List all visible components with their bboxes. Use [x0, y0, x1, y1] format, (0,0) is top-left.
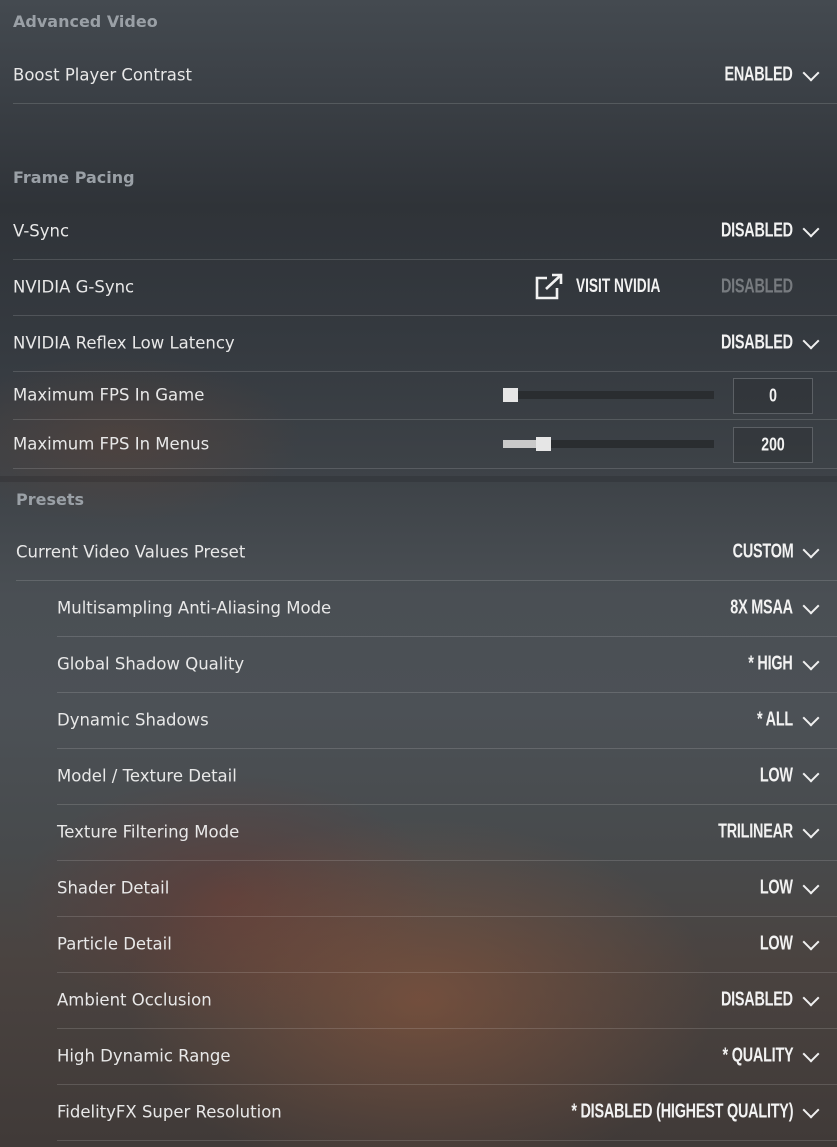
section-title-frame-pacing: Frame Pacing — [13, 168, 135, 187]
setting-label: NVIDIA Reflex Low Latency — [13, 333, 235, 353]
slider-handle[interactable] — [536, 437, 552, 451]
dropdown-value[interactable]: ENABLED — [725, 64, 793, 87]
chevron-down-icon[interactable] — [802, 220, 820, 238]
setting-label: Particle Detail — [57, 934, 172, 954]
disabled-value: DISABLED — [721, 275, 793, 298]
dropdown-value[interactable]: * QUALITY — [722, 1045, 793, 1068]
setting-row-reflex[interactable]: NVIDIA Reflex Low Latency DISABLED — [13, 315, 837, 372]
max-fps-menus-slider[interactable] — [503, 437, 714, 451]
setting-row-particle-detail[interactable]: Particle Detail LOW — [57, 916, 837, 973]
dropdown-value[interactable]: 8X MSAA — [730, 597, 793, 620]
max-fps-game-input[interactable]: 0 — [733, 378, 813, 414]
chevron-down-icon[interactable] — [802, 989, 820, 1007]
setting-row-fidelityfx-super-resolution[interactable]: FidelityFX Super Resolution * DISABLED (… — [57, 1084, 837, 1141]
chevron-down-icon[interactable] — [802, 64, 820, 82]
section-title-advanced-video: Advanced Video — [13, 12, 158, 31]
dropdown-value[interactable]: * HIGH — [749, 653, 794, 676]
setting-row-shader-detail[interactable]: Shader Detail LOW — [57, 860, 837, 917]
chevron-down-icon[interactable] — [802, 821, 820, 839]
chevron-down-icon[interactable] — [802, 653, 820, 671]
setting-row-ambient-occlusion[interactable]: Ambient Occlusion DISABLED — [57, 972, 837, 1029]
setting-row-msaa[interactable]: Multisampling Anti-Aliasing Mode 8X MSAA — [57, 580, 837, 637]
setting-row-current-preset[interactable]: Current Video Values Preset CUSTOM — [16, 524, 837, 581]
chevron-down-icon[interactable] — [802, 332, 820, 350]
setting-row-max-fps-menus: Maximum FPS In Menus 200 — [13, 420, 837, 469]
setting-row-dynamic-shadows[interactable]: Dynamic Shadows * ALL — [57, 692, 837, 749]
input-value: 200 — [761, 434, 785, 455]
setting-label: V-Sync — [13, 221, 70, 241]
setting-label: NVIDIA G-Sync — [13, 277, 135, 297]
input-value: 0 — [769, 385, 777, 406]
dropdown-value[interactable]: * ALL — [757, 709, 793, 732]
dropdown-value[interactable]: LOW — [760, 765, 793, 788]
dropdown-value[interactable]: LOW — [760, 877, 793, 900]
setting-label: Current Video Values Preset — [16, 542, 246, 562]
chevron-down-icon[interactable] — [802, 765, 820, 783]
setting-label: Maximum FPS In Menus — [13, 434, 210, 454]
setting-row-texture-filtering-mode[interactable]: Texture Filtering Mode TRILINEAR — [57, 804, 837, 861]
visit-nvidia-label: VISIT NVIDIA — [575, 276, 661, 297]
setting-label: Dynamic Shadows — [57, 710, 209, 730]
setting-label: FidelityFX Super Resolution — [57, 1102, 282, 1122]
setting-label: Texture Filtering Mode — [57, 822, 240, 842]
setting-label: Model / Texture Detail — [57, 766, 237, 786]
max-fps-game-slider[interactable] — [503, 388, 714, 402]
setting-row-global-shadow-quality[interactable]: Global Shadow Quality * HIGH — [57, 636, 837, 693]
setting-label: Global Shadow Quality — [57, 654, 245, 674]
external-link-icon — [535, 273, 563, 300]
setting-label: Boost Player Contrast — [13, 65, 192, 85]
setting-row-model-texture-detail[interactable]: Model / Texture Detail LOW — [57, 748, 837, 805]
dropdown-value[interactable]: LOW — [760, 933, 793, 956]
setting-row-boost-player-contrast[interactable]: Boost Player Contrast ENABLED — [13, 47, 837, 104]
section-divider — [0, 476, 837, 482]
chevron-down-icon[interactable] — [802, 877, 820, 895]
visit-nvidia-link[interactable]: VISIT NVIDIA — [534, 273, 693, 301]
dropdown-value[interactable]: DISABLED — [721, 989, 793, 1012]
chevron-down-icon[interactable] — [802, 541, 820, 559]
section-title-presets: Presets — [16, 490, 85, 509]
chevron-down-icon[interactable] — [802, 933, 820, 951]
dropdown-value[interactable]: DISABLED — [721, 220, 793, 243]
slider-handle[interactable] — [503, 388, 518, 402]
setting-label: Shader Detail — [57, 878, 170, 898]
setting-row-high-dynamic-range[interactable]: High Dynamic Range * QUALITY — [57, 1028, 837, 1085]
setting-label: Maximum FPS In Game — [13, 385, 205, 405]
dropdown-value[interactable]: TRILINEAR — [718, 821, 793, 844]
setting-label: High Dynamic Range — [57, 1046, 231, 1066]
chevron-down-icon[interactable] — [802, 1101, 820, 1119]
setting-row-gsync: NVIDIA G-Sync VISIT NVIDIA DISABLED — [13, 259, 837, 316]
setting-label: Multisampling Anti-Aliasing Mode — [57, 598, 332, 618]
chevron-down-icon[interactable] — [802, 1045, 820, 1063]
setting-label: Ambient Occlusion — [57, 990, 212, 1010]
setting-row-vsync[interactable]: V-Sync DISABLED — [13, 203, 837, 260]
dropdown-value[interactable]: DISABLED — [721, 332, 793, 355]
dropdown-value[interactable]: CUSTOM — [732, 541, 793, 564]
chevron-down-icon[interactable] — [802, 597, 820, 615]
dropdown-value[interactable]: * DISABLED (HIGHEST QUALITY) — [571, 1101, 793, 1124]
setting-row-max-fps-game: Maximum FPS In Game 0 — [13, 371, 837, 420]
chevron-down-icon[interactable] — [802, 709, 820, 727]
max-fps-menus-input[interactable]: 200 — [733, 427, 813, 463]
